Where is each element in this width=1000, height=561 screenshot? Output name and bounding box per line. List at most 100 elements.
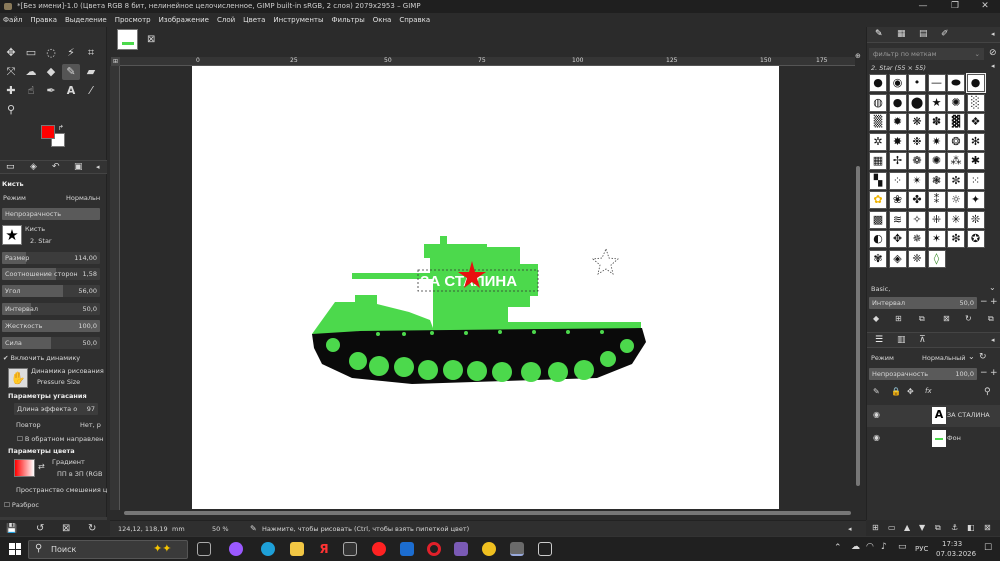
paths-tab-icon[interactable]: ⊼ — [919, 335, 926, 345]
brush-thumbnail[interactable]: ✺ — [947, 93, 965, 112]
raise-layer-icon[interactable]: ▲ — [904, 523, 910, 532]
mode-switch-icon[interactable]: ↻ — [979, 352, 987, 362]
size-slider[interactable]: Размер 114,00 — [2, 252, 100, 264]
open-brush-icon[interactable]: ⧉ — [988, 314, 994, 324]
brush-thumbnail[interactable]: ✷ — [927, 132, 946, 151]
vertical-scroll-thumb[interactable] — [856, 166, 860, 486]
brush-thumbnail[interactable]: ✽ — [927, 113, 946, 131]
brush-thumbnail[interactable]: ◍ — [869, 93, 887, 112]
layer-opacity-decrease-icon[interactable]: − — [980, 368, 988, 378]
brush-thumbnail[interactable]: • — [908, 74, 926, 92]
menu-select[interactable]: Выделение — [65, 16, 107, 24]
layers-tab-icon[interactable]: ☰ — [875, 335, 883, 345]
brush-thumbnail[interactable]: ✵ — [908, 230, 926, 248]
brush-thumbnail[interactable]: ✧ — [908, 210, 926, 229]
dock-menu-icon[interactable]: ◂ — [991, 30, 995, 38]
repeat-dropdown[interactable]: Нет, р — [80, 421, 101, 429]
brush-thumbnail[interactable]: ▓ — [947, 113, 965, 131]
view-as-list-icon[interactable]: ◂ — [991, 62, 995, 70]
anchor-layer-icon[interactable]: ⚓ — [951, 523, 958, 532]
heal-icon[interactable]: ✚ — [2, 83, 20, 99]
duplicate-brush-icon[interactable]: ⧉ — [919, 314, 925, 324]
brush-thumbnail[interactable]: ❀ — [888, 191, 907, 209]
menu-colors[interactable]: Цвета — [243, 16, 265, 24]
channels-tab-icon[interactable]: ▥ — [897, 335, 906, 345]
brush-thumbnail[interactable]: ❂ — [947, 132, 965, 151]
brush-filter-clear-icon[interactable]: ⊘ — [989, 48, 997, 58]
menu-layer[interactable]: Слой — [217, 16, 235, 24]
dynamics-checkbox[interactable]: ✔ Включить динамику — [3, 354, 80, 362]
rect-select-icon[interactable]: ▭ — [22, 45, 40, 61]
menu-view[interactable]: Просмотр — [115, 16, 151, 24]
app-icon[interactable] — [482, 542, 496, 556]
brush-thumbnail[interactable]: ✥ — [888, 230, 907, 248]
images-tab-icon[interactable]: ▣ — [74, 162, 83, 172]
snipping-tool-icon[interactable] — [538, 542, 552, 556]
zoom-dropdown[interactable]: 50 % — [212, 521, 229, 537]
brush-thumbnail[interactable]: ✪ — [966, 230, 985, 248]
brush-thumbnail[interactable]: ☼ — [947, 191, 965, 209]
tool-options-tab-icon[interactable]: ▭ — [6, 162, 15, 172]
dynamics-preview[interactable]: ✋ — [8, 368, 28, 388]
brush-thumbnail[interactable]: ✹ — [888, 113, 907, 131]
zoom-fit-icon[interactable]: ⊕ — [855, 52, 861, 60]
new-brush-icon[interactable]: ⊞ — [895, 314, 902, 323]
brush-thumbnail[interactable]: ◉ — [888, 74, 907, 92]
task-view-icon[interactable] — [197, 542, 211, 556]
menu-edit[interactable]: Правка — [30, 16, 57, 24]
brush-thumbnail[interactable]: ⁑ — [927, 191, 946, 209]
brush-thumbnail[interactable]: ⬤ — [908, 93, 926, 112]
wifi-icon[interactable]: ◠ — [866, 542, 874, 552]
device-status-tab-icon[interactable]: ◈ — [30, 162, 37, 172]
zoom-icon[interactable]: ⚲ — [2, 102, 20, 118]
restore-options-icon[interactable]: ↺ — [36, 523, 44, 534]
close-button[interactable]: ✕ — [970, 0, 1000, 13]
save-options-icon[interactable]: 💾 — [6, 524, 17, 534]
minimize-button[interactable]: — — [908, 0, 938, 13]
spacing-decrease-icon[interactable]: − — [980, 297, 988, 307]
store-icon[interactable] — [343, 542, 357, 556]
clock-date[interactable]: 07.03.2026 — [936, 550, 976, 558]
delete-brush-icon[interactable]: ⊠ — [943, 314, 950, 323]
messenger-icon[interactable] — [400, 542, 414, 556]
brush-thumbnail[interactable]: ❈ — [908, 249, 926, 268]
fade-length-slider[interactable]: Длина эффекта о 97 — [14, 403, 98, 415]
brush-thumbnail[interactable]: ✦ — [966, 191, 985, 209]
reset-options-icon[interactable]: ↻ — [88, 523, 96, 534]
patterns-tab-icon[interactable]: ▦ — [897, 29, 906, 39]
brush-thumbnail[interactable]: ✱ — [966, 152, 985, 170]
fuzzy-select-icon[interactable]: ⚡ — [62, 45, 80, 61]
tag-icon[interactable]: ◆ — [873, 314, 879, 323]
move-tool-icon[interactable]: ✥ — [2, 45, 20, 61]
eraser-icon[interactable]: ▰ — [82, 64, 100, 80]
text-tool-icon[interactable]: A — [62, 83, 80, 99]
brush-thumbnail[interactable]: ❊ — [966, 210, 985, 229]
brush-spacing-slider[interactable]: Интервал 50,0 — [869, 297, 977, 309]
layers-menu-icon[interactable]: ◂ — [991, 336, 995, 344]
brush-thumbnail[interactable]: ✴ — [908, 171, 926, 190]
brush-thumbnail[interactable]: ● — [965, 73, 986, 93]
notifications-icon[interactable]: ☐ — [984, 543, 992, 553]
start-button-icon[interactable] — [9, 543, 21, 555]
brush-thumbnail[interactable]: ▦ — [869, 152, 887, 170]
brush-thumbnail[interactable]: ✲ — [869, 132, 887, 151]
brush-thumbnail[interactable]: ✳ — [947, 210, 965, 229]
menu-file[interactable]: Файл — [3, 16, 22, 24]
yandex-browser-icon[interactable] — [372, 542, 386, 556]
menu-windows[interactable]: Окна — [373, 16, 392, 24]
menu-image[interactable]: Изображение — [159, 16, 209, 24]
spacing-increase-icon[interactable]: + — [990, 297, 998, 307]
hardness-slider[interactable]: Жесткость 100,0 — [2, 320, 100, 332]
brush-thumbnail[interactable]: ❋ — [908, 113, 926, 131]
undo-history-tab-icon[interactable]: ↶ — [52, 162, 60, 172]
brush-thumbnail[interactable]: ✾ — [869, 249, 887, 268]
new-layer-icon[interactable]: ⊞ — [872, 523, 879, 532]
clock-time[interactable]: 17:33 — [942, 540, 962, 548]
reverse-gradient-icon[interactable]: ⇄ — [38, 462, 45, 471]
brush-thumbnail[interactable]: ❇ — [947, 230, 965, 248]
layer-row-background[interactable]: ◉ Фон — [867, 428, 1000, 450]
menu-help[interactable]: Справка — [399, 16, 430, 24]
color-picker-icon[interactable]: ⁄ — [82, 83, 100, 99]
tool-presets-tab-icon[interactable]: ✐ — [941, 29, 949, 39]
input-language[interactable]: РУС — [915, 545, 928, 553]
